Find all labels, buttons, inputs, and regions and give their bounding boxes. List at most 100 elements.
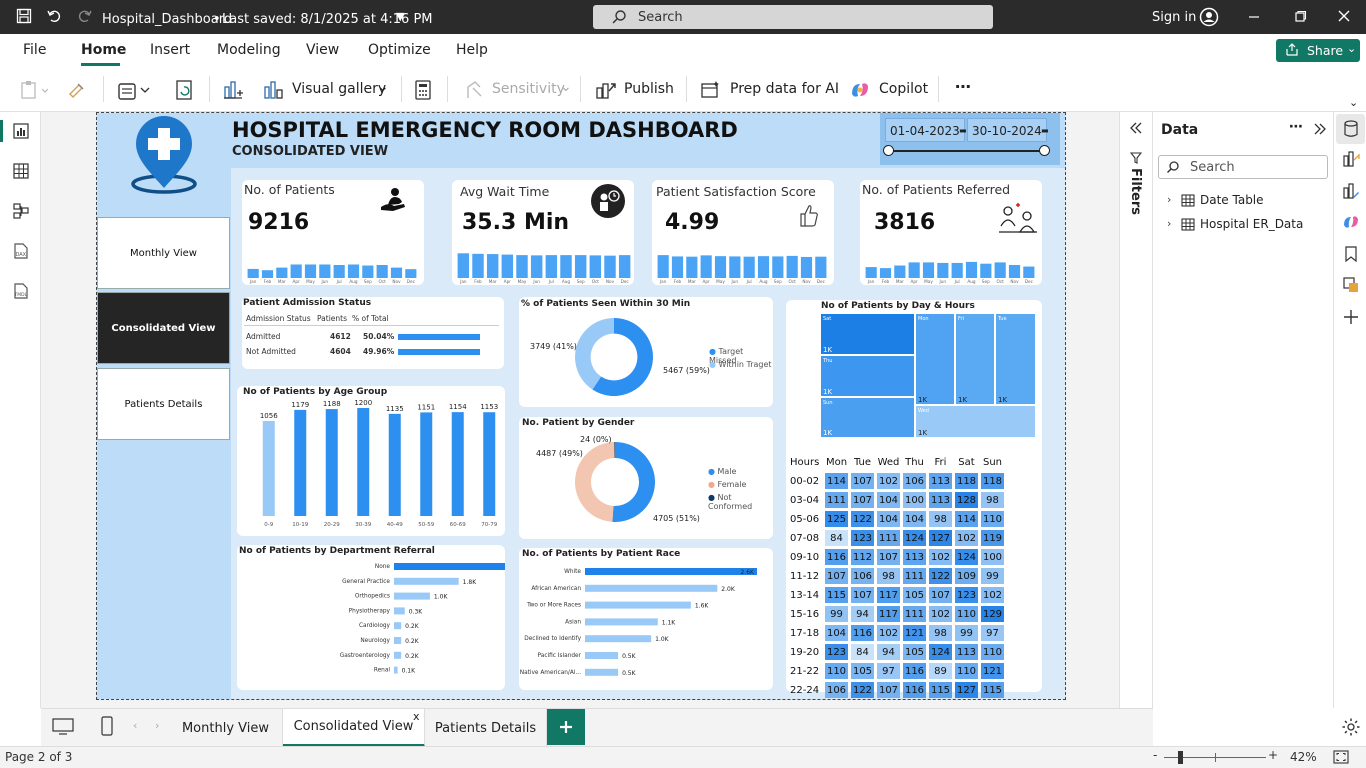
heatmap-cell[interactable]: 124: [929, 644, 952, 660]
nav-consolidated-view-button[interactable]: Consolidated View: [97, 292, 230, 364]
heatmap-cell[interactable]: 94: [877, 644, 900, 660]
collapse-ribbon-chevron-icon[interactable]: ⌄: [1349, 96, 1358, 109]
heatmap-cell[interactable]: 102: [877, 625, 900, 641]
calculator-icon[interactable]: [413, 79, 433, 101]
treemap-cell[interactable]: Sun 1K: [820, 397, 915, 438]
paste-icon[interactable]: [20, 80, 48, 100]
heatmap-cell[interactable]: 100: [903, 492, 926, 508]
heatmap-cell[interactable]: 111: [903, 568, 926, 584]
heatmap-cell[interactable]: 125: [825, 511, 848, 527]
heatmap-cell[interactable]: 118: [981, 473, 1004, 489]
heatmap-cell[interactable]: 98: [929, 511, 952, 527]
data-pane-toggle[interactable]: [1336, 114, 1365, 144]
date-start-input[interactable]: 01-04-2023 ▬: [885, 118, 967, 142]
menu-help[interactable]: Help: [456, 42, 488, 58]
heatmap-cell[interactable]: 102: [929, 606, 952, 622]
heatmap-cell[interactable]: 104: [877, 511, 900, 527]
visual-gallery-icon[interactable]: [262, 79, 284, 101]
heatmap-cell[interactable]: 110: [825, 663, 848, 679]
heatmap-cell[interactable]: 94: [851, 606, 874, 622]
copilot-button[interactable]: Copilot: [879, 81, 928, 97]
report-view-icon[interactable]: [12, 122, 30, 140]
heatmap-cell[interactable]: 106: [903, 473, 926, 489]
file-menu-chevron-icon[interactable]: ▼: [396, 10, 404, 23]
date-range-slicer[interactable]: 01-04-2023 ▬ 30-10-2024 ▬: [880, 113, 1060, 165]
heatmap-cell[interactable]: 124: [955, 549, 978, 565]
settings-gear-icon[interactable]: [1341, 717, 1361, 737]
heatmap-cell[interactable]: 116: [825, 549, 848, 565]
menu-file[interactable]: File: [23, 42, 46, 58]
heatmap-cell[interactable]: 119: [981, 530, 1004, 546]
account-icon[interactable]: [1199, 7, 1219, 27]
menu-optimize[interactable]: Optimize: [368, 42, 431, 58]
heatmap-cell[interactable]: 117: [877, 587, 900, 603]
heatmap-cell[interactable]: 113: [929, 473, 952, 489]
heatmap-cell[interactable]: 97: [981, 625, 1004, 641]
close-icon[interactable]: [1337, 9, 1351, 23]
date-slider-start-handle[interactable]: [883, 145, 894, 156]
fit-to-page-icon[interactable]: [1333, 750, 1349, 764]
copilot-pane-icon[interactable]: [1342, 213, 1360, 231]
maximize-icon[interactable]: [1293, 10, 1307, 24]
prep-data-button[interactable]: Prep data for AI: [730, 81, 839, 97]
heatmap-cell[interactable]: 104: [903, 511, 926, 527]
expand-chevron-icon[interactable]: ›: [1167, 193, 1171, 206]
treemap-cell[interactable]: Sat 1K: [820, 313, 915, 355]
heatmap-cell[interactable]: 84: [825, 530, 848, 546]
collapse-chevron-icon[interactable]: [1129, 121, 1143, 135]
visual-gallery-chevron-icon[interactable]: ⌄: [377, 79, 389, 95]
data-pane-expand-icon[interactable]: [1313, 122, 1327, 136]
add-pane-icon[interactable]: [1342, 308, 1360, 326]
heatmap-cell[interactable]: 105: [903, 587, 926, 603]
heatmap-cell[interactable]: 102: [877, 473, 900, 489]
treemap-cell[interactable]: Mon 1K: [915, 313, 955, 405]
selection-icon[interactable]: [1342, 276, 1360, 294]
mobile-layout-icon[interactable]: [101, 716, 113, 736]
nav-patients-details-button[interactable]: Patients Details: [97, 368, 230, 440]
heatmap-cell[interactable]: 84: [851, 644, 874, 660]
heatmap-cell[interactable]: 106: [851, 568, 874, 584]
heatmap-cell[interactable]: 109: [955, 568, 978, 584]
more-options-button[interactable]: ⋯: [955, 77, 971, 96]
heatmap-cell[interactable]: 107: [929, 587, 952, 603]
heatmap-cell[interactable]: 118: [955, 473, 978, 489]
menu-modeling[interactable]: Modeling: [217, 42, 281, 58]
heatmap-cell[interactable]: 127: [929, 530, 952, 546]
sign-in-link[interactable]: Sign in: [1152, 10, 1196, 25]
heatmap-cell[interactable]: 107: [877, 549, 900, 565]
heatmap-cell[interactable]: 110: [981, 511, 1004, 527]
heatmap-cell[interactable]: 116: [851, 625, 874, 641]
minimize-icon[interactable]: [1247, 9, 1261, 23]
zoom-in-button[interactable]: +: [1268, 748, 1278, 762]
menu-home[interactable]: Home: [81, 42, 126, 58]
heatmap-cell[interactable]: 128: [955, 492, 978, 508]
dax-query-view-icon[interactable]: DAX: [12, 242, 30, 260]
tab-patients-details[interactable]: Patients Details: [425, 709, 547, 747]
treemap-cell[interactable]: Tue 1K: [995, 313, 1036, 405]
sensitivity-chevron-icon[interactable]: ⌄: [560, 79, 572, 95]
heatmap-cell[interactable]: 116: [903, 663, 926, 679]
menu-view[interactable]: View: [306, 42, 339, 58]
heatmap-cell[interactable]: 115: [825, 587, 848, 603]
get-data-icon[interactable]: [117, 79, 153, 101]
heatmap-cell[interactable]: 107: [877, 682, 900, 698]
heatmap-cell[interactable]: 113: [903, 549, 926, 565]
heatmap-cell[interactable]: 115: [929, 682, 952, 698]
heatmap-cell[interactable]: 113: [955, 644, 978, 660]
heatmap-cell[interactable]: 113: [929, 492, 952, 508]
heatmap-cell[interactable]: 102: [929, 549, 952, 565]
treemap-cell[interactable]: Fri 1K: [955, 313, 995, 405]
heatmap-cell[interactable]: 106: [825, 682, 848, 698]
heatmap-cell[interactable]: 107: [851, 473, 874, 489]
search-box[interactable]: Search: [593, 5, 993, 29]
format-painter-icon[interactable]: [67, 80, 87, 100]
heatmap-cell[interactable]: 116: [903, 682, 926, 698]
zoom-slider-thumb[interactable]: [1178, 751, 1183, 764]
heatmap-cell[interactable]: 127: [955, 682, 978, 698]
heatmap-cell[interactable]: 122: [929, 568, 952, 584]
save-icon[interactable]: [16, 8, 32, 24]
menu-insert[interactable]: Insert: [150, 42, 190, 58]
expand-chevron-icon[interactable]: ›: [1167, 217, 1171, 230]
heatmap-cell[interactable]: 129: [981, 606, 1004, 622]
date-end-input[interactable]: 30-10-2024 ▬: [967, 118, 1049, 142]
